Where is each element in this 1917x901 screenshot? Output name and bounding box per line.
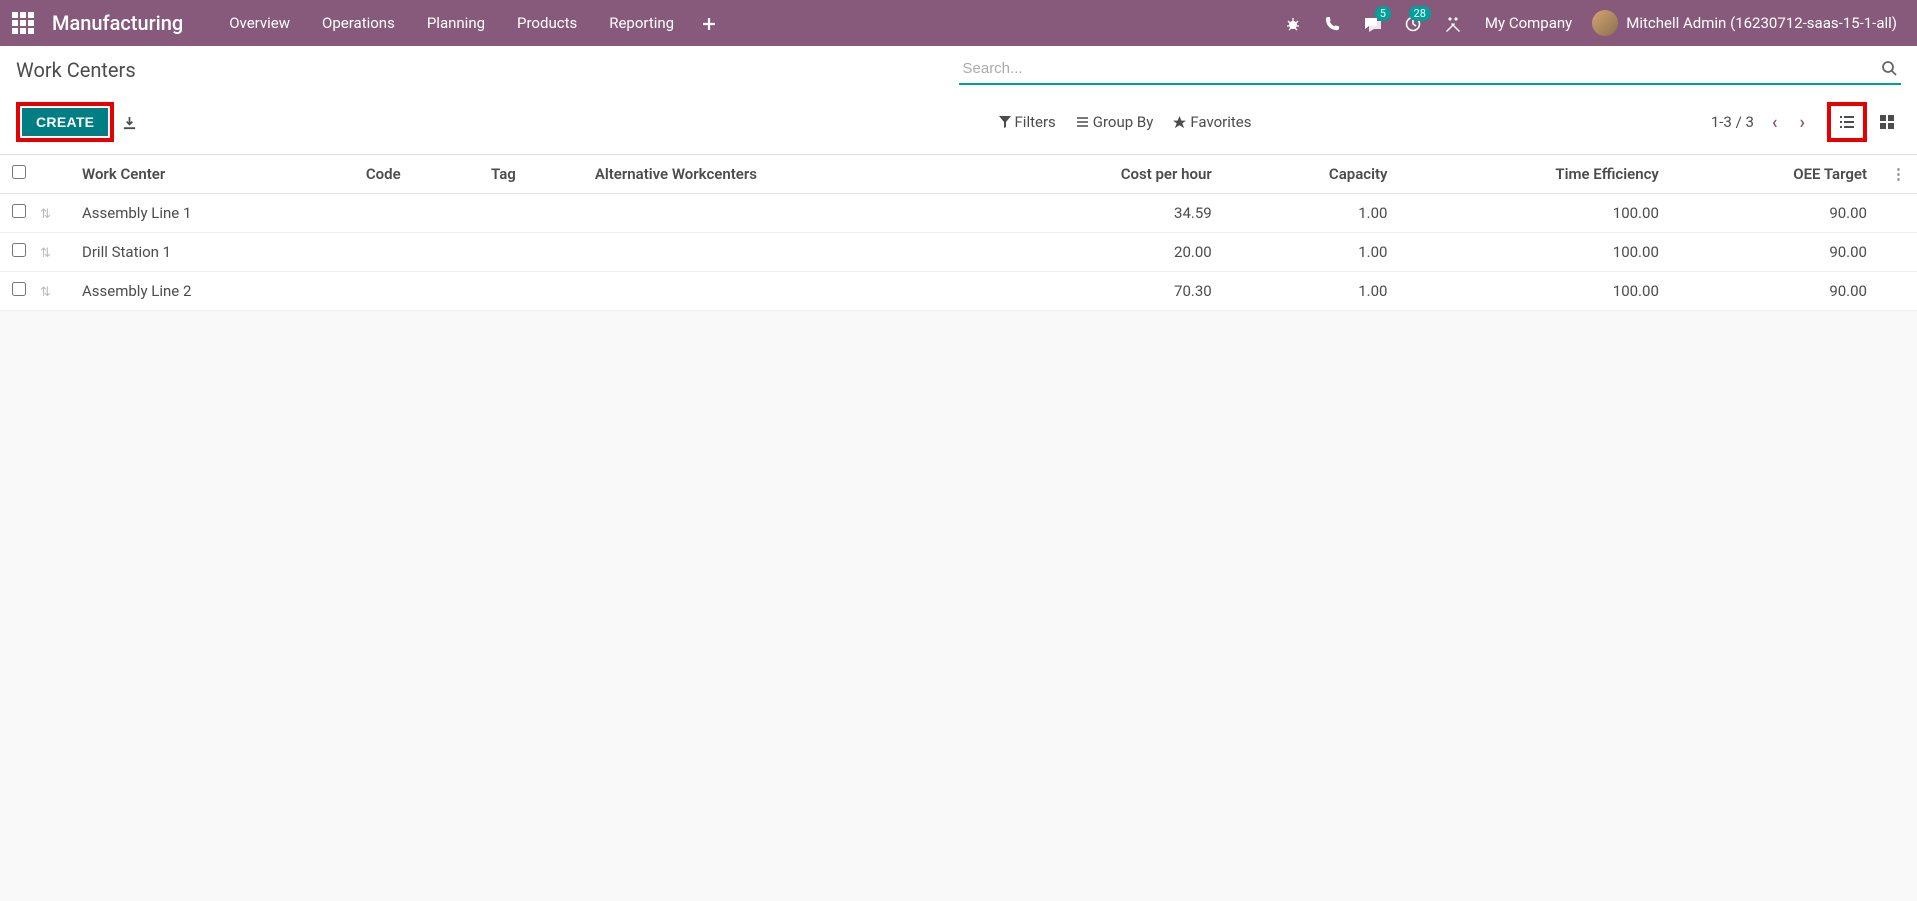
col-handle [40,155,70,194]
top-nav: Manufacturing Overview Operations Planni… [0,0,1917,46]
control-panel: Work Centers CREATE Filters [0,46,1917,155]
app-title: Manufacturing [52,11,183,35]
list-view-button[interactable] [1833,108,1861,136]
cell-code [354,194,479,233]
table-row[interactable]: ⇅ Assembly Line 2 70.301.00100.0090.00 [0,272,1917,311]
main-menu: Overview Operations Planning Products Re… [213,0,690,46]
cell-cost: 70.30 [979,272,1224,311]
search-wrap [959,54,1902,85]
highlight-create: CREATE [16,102,114,142]
col-cost[interactable]: Cost per hour [979,155,1224,194]
favorites-button[interactable]: Favorites [1173,113,1251,131]
menu-overview[interactable]: Overview [213,0,306,46]
highlight-list-view [1827,102,1867,142]
cell-cost: 34.59 [979,194,1224,233]
menu-products[interactable]: Products [501,0,593,46]
cell-capacity: 1.00 [1224,272,1400,311]
cell-oee: 90.00 [1671,194,1879,233]
cell-capacity: 1.00 [1224,194,1400,233]
menu-reporting[interactable]: Reporting [593,0,690,46]
avatar [1592,10,1618,36]
menu-operations[interactable]: Operations [306,0,411,46]
funnel-icon [999,116,1011,128]
cell-code [354,272,479,311]
cell-code [354,233,479,272]
pager-text[interactable]: 1-3 / 3 [1711,113,1754,131]
cell-name: Drill Station 1 [70,233,354,272]
kebab-icon: ⋮ [1891,165,1905,183]
cell-alt [583,233,979,272]
col-oee[interactable]: OEE Target [1671,155,1879,194]
col-code[interactable]: Code [354,155,479,194]
apps-menu-icon[interactable] [12,12,34,34]
user-name: Mitchell Admin (16230712-saas-15-1-all) [1626,14,1897,32]
cell-capacity: 1.00 [1224,233,1400,272]
cell-time-eff: 100.00 [1399,194,1670,233]
list-view-icon [1839,115,1855,129]
phone-icon[interactable] [1313,0,1352,46]
table-row[interactable]: ⇅ Assembly Line 1 34.591.00100.0090.00 [0,194,1917,233]
cell-oee: 90.00 [1671,272,1879,311]
list-view: Work Center Code Tag Alternative Workcen… [0,155,1917,311]
user-menu[interactable]: Mitchell Admin (16230712-saas-15-1-all) [1584,10,1905,36]
row-checkbox[interactable] [12,204,26,218]
drag-handle-icon[interactable]: ⇅ [40,207,51,222]
col-select-all [0,155,40,194]
messages-badge: 5 [1375,6,1391,21]
pager-next[interactable]: › [1796,112,1809,133]
drag-handle-icon[interactable]: ⇅ [40,285,51,300]
tools-icon[interactable] [1433,0,1473,46]
col-alt[interactable]: Alternative Workcenters [583,155,979,194]
search-input[interactable] [959,54,1902,85]
col-options[interactable]: ⋮ [1879,155,1917,194]
cell-tag [479,272,583,311]
star-icon [1173,116,1186,129]
menu-planning[interactable]: Planning [411,0,501,46]
col-work-center[interactable]: Work Center [70,155,354,194]
row-checkbox[interactable] [12,282,26,296]
debug-icon[interactable] [1273,0,1313,46]
cell-name: Assembly Line 2 [70,272,354,311]
messages-icon[interactable]: 5 [1352,0,1393,46]
table-row[interactable]: ⇅ Drill Station 1 20.001.00100.0090.00 [0,233,1917,272]
cell-cost: 20.00 [979,233,1224,272]
kanban-view-icon [1880,115,1894,129]
col-tag[interactable]: Tag [479,155,583,194]
cell-name: Assembly Line 1 [70,194,354,233]
download-icon[interactable] [122,113,137,131]
drag-handle-icon[interactable]: ⇅ [40,246,51,261]
col-time-eff[interactable]: Time Efficiency [1399,155,1670,194]
col-capacity[interactable]: Capacity [1224,155,1400,194]
search-icon[interactable] [1881,60,1897,76]
kanban-view-button[interactable] [1873,108,1901,136]
new-icon[interactable] [690,0,728,46]
select-all-checkbox[interactable] [12,165,26,179]
cell-tag [479,233,583,272]
filters-button[interactable]: Filters [999,113,1056,131]
cell-oee: 90.00 [1671,233,1879,272]
cell-alt [583,194,979,233]
list-icon [1076,116,1089,128]
pager-prev[interactable]: ‹ [1768,112,1782,133]
company-switcher[interactable]: My Company [1473,0,1584,46]
activities-icon[interactable]: 28 [1393,0,1433,46]
cell-alt [583,272,979,311]
groupby-button[interactable]: Group By [1076,113,1154,131]
work-centers-table: Work Center Code Tag Alternative Workcen… [0,155,1917,311]
create-button[interactable]: CREATE [22,108,108,136]
cell-time-eff: 100.00 [1399,233,1670,272]
cell-tag [479,194,583,233]
breadcrumb: Work Centers [16,54,959,92]
cell-time-eff: 100.00 [1399,272,1670,311]
activities-badge: 28 [1409,6,1431,21]
row-checkbox[interactable] [12,243,26,257]
